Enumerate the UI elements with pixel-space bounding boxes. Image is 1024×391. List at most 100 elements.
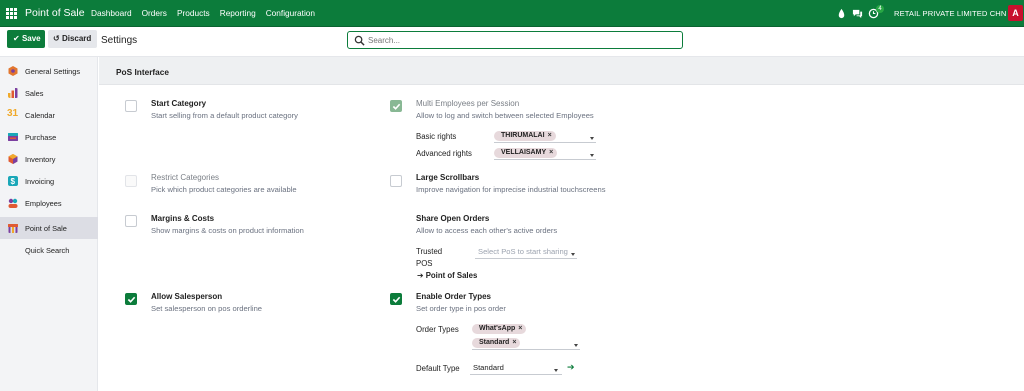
margins-costs-desc: Show margins & costs on product informat… — [151, 226, 304, 235]
sidebar-item-purchase[interactable]: Purchase — [0, 126, 98, 148]
sidebar-item-general-settings[interactable]: General Settings — [0, 60, 98, 82]
remove-tag-icon[interactable]: × — [549, 149, 553, 156]
start-category-checkbox[interactable] — [125, 100, 137, 112]
discard-button[interactable]: ↺ Discard — [48, 30, 97, 48]
margins-costs-checkbox[interactable] — [125, 215, 137, 227]
control-panel: ✔ Save ↺ Discard Settings — [0, 27, 1024, 57]
menu-dashboard[interactable]: Dashboard — [91, 8, 132, 18]
advanced-rights-field[interactable]: VELLAISAMY × — [494, 148, 596, 160]
allow-salesperson-title: Allow Salesperson — [151, 292, 223, 301]
sidebar-item-inventory[interactable]: Inventory — [0, 148, 98, 170]
order-types-field[interactable]: What'sApp × Standard × — [472, 324, 580, 350]
arrow-right-icon[interactable]: ➔ — [567, 362, 575, 373]
sidebar-item-label: Quick Search — [25, 246, 70, 255]
margins-costs-title: Margins & Costs — [151, 214, 215, 223]
sidebar-item-label: Employees — [25, 199, 62, 208]
share-open-orders-desc: Allow to access each other's active orde… — [416, 226, 558, 235]
large-scrollbars-title: Large Scrollbars — [416, 173, 480, 182]
menu-products[interactable]: Products — [177, 8, 210, 18]
point-of-sales-link[interactable]: ➔ Point of Sales — [417, 271, 477, 280]
inventory-icon — [8, 154, 18, 164]
sidebar-item-quick-search[interactable]: Quick Search — [0, 239, 98, 261]
sidebar-item-label: Purchase — [25, 133, 57, 142]
check-icon — [392, 296, 401, 303]
check-icon: ✔ — [13, 34, 20, 43]
dropdown-caret-icon[interactable] — [571, 253, 575, 256]
employees-icon — [8, 198, 18, 208]
link-label: Point of Sales — [425, 271, 478, 280]
allow-salesperson-desc: Set salesperson on pos orderline — [151, 304, 263, 313]
user-avatar[interactable]: A — [1008, 5, 1023, 21]
calendar-icon: 31 — [7, 108, 19, 119]
order-types-label: Order Types — [416, 325, 459, 334]
default-type-label: Default Type — [416, 364, 460, 373]
large-scrollbars-desc: Improve navigation for imprecise industr… — [416, 185, 606, 194]
sidebar-item-calendar[interactable]: 31 Calendar — [0, 104, 98, 126]
section-title: PoS Interface — [116, 67, 170, 77]
page-title: Settings — [101, 35, 138, 46]
svg-text:$: $ — [11, 177, 16, 186]
settings-search[interactable] — [347, 31, 683, 49]
employee-tag: VELLAISAMY × — [494, 148, 558, 158]
restrict-categories-checkbox[interactable] — [125, 175, 137, 187]
menu-reporting[interactable]: Reporting — [220, 8, 256, 18]
menu-orders[interactable]: Orders — [142, 8, 167, 18]
undo-icon: ↺ — [53, 34, 60, 43]
large-scrollbars-checkbox[interactable] — [390, 175, 402, 187]
dropdown-caret-icon[interactable] — [590, 154, 594, 157]
tag-label: Standard — [479, 339, 510, 346]
chat-icon[interactable] — [852, 8, 863, 19]
enable-order-types-checkbox[interactable] — [390, 293, 402, 305]
sidebar-item-invoicing[interactable]: $ Invoicing — [0, 170, 98, 192]
check-icon — [127, 296, 136, 303]
order-type-tag: What'sApp × — [472, 324, 527, 334]
app-brand[interactable]: Point of Sale — [25, 7, 85, 19]
menu-configuration[interactable]: Configuration — [266, 8, 315, 18]
top-navbar: Point of Sale Dashboard Orders Products … — [0, 0, 1024, 27]
general-settings-icon — [8, 66, 18, 76]
search-icon — [354, 35, 365, 46]
arrow-right-icon: ➔ — [417, 271, 424, 280]
app-menu-icon[interactable] — [6, 8, 17, 19]
enable-order-types-title: Enable Order Types — [416, 292, 491, 301]
debug-drop-icon[interactable] — [836, 8, 847, 19]
sales-icon — [8, 88, 18, 98]
sidebar-item-label: Inventory — [25, 155, 56, 164]
default-type-select[interactable]: Standard — [470, 363, 562, 375]
remove-tag-icon[interactable]: × — [512, 339, 516, 346]
dropdown-caret-icon[interactable] — [574, 344, 578, 347]
check-icon — [392, 103, 401, 110]
trusted-pos-placeholder: Select PoS to start sharing — [478, 247, 568, 256]
start-category-title: Start Category — [151, 99, 207, 108]
advanced-rights-label: Advanced rights — [416, 149, 472, 158]
remove-tag-icon[interactable]: × — [548, 132, 552, 139]
sidebar-item-employees[interactable]: Employees — [0, 192, 98, 214]
basic-rights-label: Basic rights — [416, 132, 457, 141]
basic-rights-field[interactable]: THIRUMALAI × — [494, 131, 596, 143]
discard-label: Discard — [61, 34, 92, 43]
search-input[interactable] — [368, 34, 668, 46]
dropdown-caret-icon[interactable] — [554, 369, 558, 372]
tag-label: THIRUMALAI — [501, 132, 545, 139]
restrict-categories-title: Restrict Categories — [151, 173, 220, 182]
dropdown-caret-icon[interactable] — [590, 137, 594, 140]
sidebar-item-point-of-sale[interactable]: Point of Sale — [0, 217, 98, 239]
remove-tag-icon[interactable]: × — [518, 325, 522, 332]
trusted-pos-label-2: POS — [416, 259, 433, 268]
sidebar-item-sales[interactable]: Sales — [0, 82, 98, 104]
sidebar-item-label: Calendar — [25, 111, 55, 120]
sidebar-item-label: Sales — [25, 89, 44, 98]
company-switcher[interactable]: RETAIL PRIVATE LIMITED CHN — [894, 9, 1006, 18]
employee-tag: THIRUMALAI × — [494, 131, 556, 141]
trusted-pos-select[interactable]: Select PoS to start sharing — [475, 247, 577, 259]
sidebar-item-label: Invoicing — [25, 177, 55, 186]
enable-order-types-desc: Set order type in pos order — [416, 304, 506, 313]
allow-salesperson-checkbox[interactable] — [125, 293, 137, 305]
section-header: PoS Interface — [99, 57, 1024, 85]
restrict-categories-desc: Pick which product categories are availa… — [151, 185, 297, 194]
purchase-icon — [8, 133, 18, 141]
save-button[interactable]: ✔ Save — [7, 30, 45, 48]
main-menu: Dashboard Orders Products Reporting Conf… — [91, 8, 315, 18]
multi-employees-checkbox[interactable] — [390, 100, 402, 112]
settings-sidebar: General Settings Sales 31 Calendar Purch… — [0, 57, 98, 391]
